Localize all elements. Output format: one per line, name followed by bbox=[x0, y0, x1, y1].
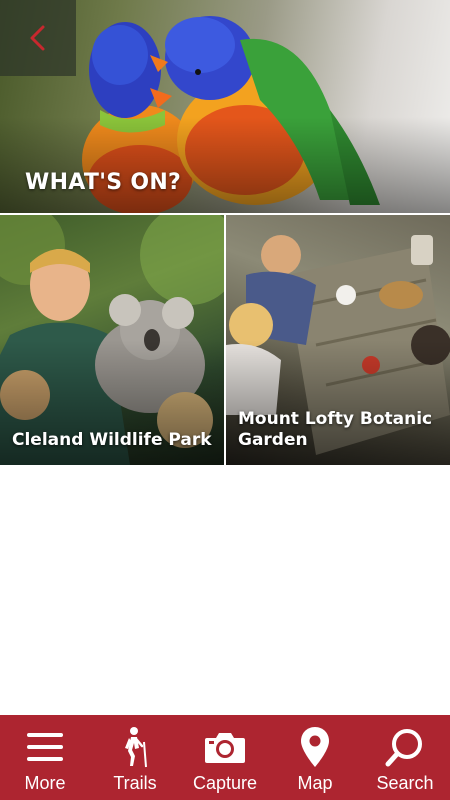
nav-map-label: Map bbox=[297, 773, 333, 793]
tile-label: Mount Lofty Botanic Garden bbox=[238, 409, 433, 450]
nav-more[interactable]: More bbox=[0, 715, 90, 800]
camera-icon bbox=[203, 725, 247, 769]
map-pin-icon bbox=[293, 725, 337, 769]
nav-more-label: More bbox=[24, 773, 66, 793]
hero-banner: WHAT'S ON? bbox=[0, 0, 450, 213]
nav-trails-label: Trails bbox=[113, 773, 157, 793]
tile-mount-lofty-botanic-garden[interactable]: Mount Lofty Botanic Garden bbox=[226, 215, 450, 465]
tile-overlay bbox=[0, 215, 224, 465]
bottom-nav: More Trails Capture Map Search bbox=[0, 715, 450, 800]
chevron-left-icon bbox=[30, 25, 45, 51]
nav-search[interactable]: Search bbox=[360, 715, 450, 800]
nav-trails[interactable]: Trails bbox=[90, 715, 180, 800]
nav-search-label: Search bbox=[376, 773, 434, 793]
search-icon bbox=[383, 725, 427, 769]
nav-map[interactable]: Map bbox=[270, 715, 360, 800]
tile-label: Cleland Wildlife Park bbox=[12, 430, 212, 450]
tile-cleland-wildlife-park[interactable]: Cleland Wildlife Park bbox=[0, 215, 224, 465]
nav-capture[interactable]: Capture bbox=[180, 715, 270, 800]
page-title: WHAT'S ON? bbox=[25, 170, 182, 195]
nav-capture-label: Capture bbox=[192, 773, 258, 793]
hamburger-menu-icon bbox=[23, 725, 67, 769]
hiker-icon bbox=[113, 725, 157, 769]
back-button[interactable] bbox=[0, 0, 76, 76]
